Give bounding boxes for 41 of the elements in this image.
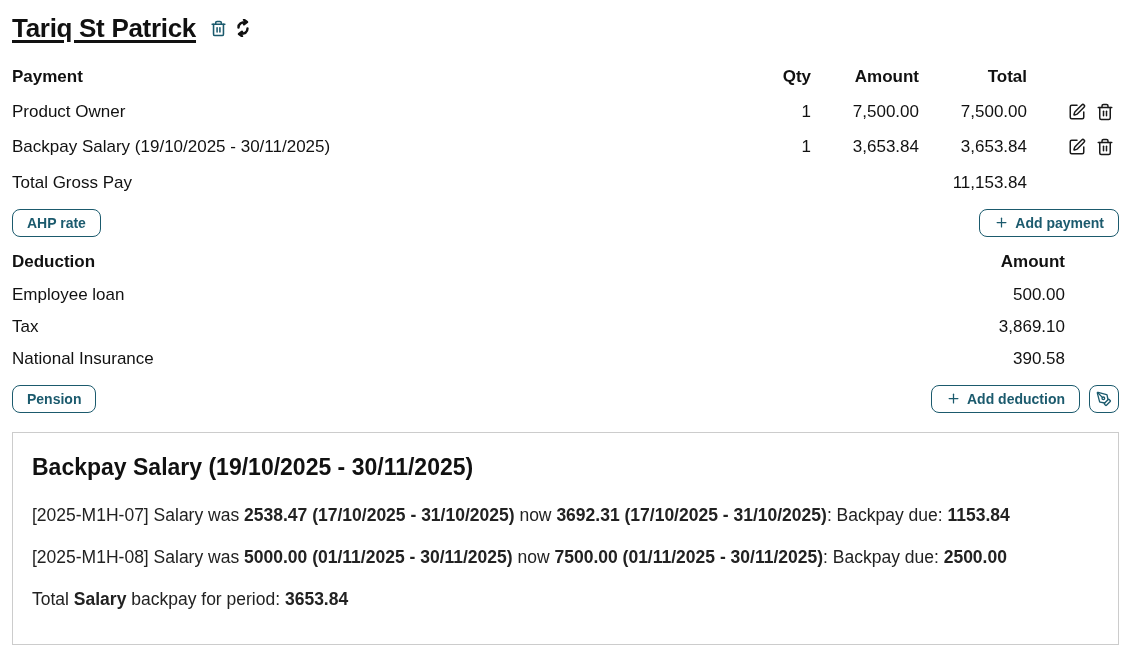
table-cell: 1 [801,136,811,159]
plus-icon [946,391,961,406]
backpay-line: [2025-M1H-07] Salary was 2538.47 (17/10/2025 - 31/10/2025) now 3692.31 (17/10/2025 - 31/10/2025): Backpay due: 1153.84 [32,503,1011,527]
table-cell: 7,500.00 [960,100,1027,123]
pen-nib-icon [1096,390,1112,407]
table-cell: 3,653.84 [852,136,919,159]
outline-button[interactable]: Pension [12,384,97,413]
column-header: Total [987,65,1027,88]
employee-name[interactable]: Tariq St Patrick [12,12,196,44]
column-header: Payment [12,65,83,88]
table-cell: National Insurance [12,347,154,370]
table-cell: Backpay Salary (19/10/2025 - 30/11/2025) [12,136,331,159]
sync-arrows-icon[interactable] [236,19,250,37]
table-cell: Employee loan [12,283,125,306]
edit-icon[interactable] [1068,138,1086,157]
add-button[interactable]: Add payment [979,208,1119,237]
table-cell: Product Owner [12,100,126,123]
column-header: Amount [1000,250,1065,273]
trash-icon[interactable] [1096,102,1114,121]
table-cell: 11,153.84 [952,171,1027,194]
table-cell: 7,500.00 [852,100,919,123]
table-cell: 500.00 [1013,283,1065,306]
add-button[interactable]: Add deduction [931,384,1080,413]
table-cell: 3,869.10 [998,315,1065,338]
column-header: Deduction [12,250,96,273]
table-cell: Tax [12,315,39,338]
outline-button[interactable]: AHP rate [12,208,101,237]
table-cell: 1 [801,100,811,123]
trash-icon[interactable] [1096,138,1114,157]
table-cell: 3,653.84 [960,136,1027,159]
trash-icon[interactable] [210,19,227,37]
column-header: Amount [854,65,919,88]
table-cell: 390.58 [1013,347,1065,370]
backpay-line: [2025-M1H-08] Salary was 5000.00 (01/11/2025 - 30/11/2025) now 7500.00 (01/11/2025 - 30/11/2025): Backpay due: 2500.00 [32,545,1008,569]
backpay-line: Total Salary backpay for period: 3653.84 [32,587,350,611]
table-cell: Total Gross Pay [12,171,132,194]
edit-icon[interactable] [1068,102,1086,121]
panel-title: Backpay Salary (19/10/2025 - 30/11/2025) [32,452,475,482]
plus-icon [994,215,1010,230]
pen-button[interactable] [1089,384,1119,413]
column-header: Qty [782,65,811,88]
